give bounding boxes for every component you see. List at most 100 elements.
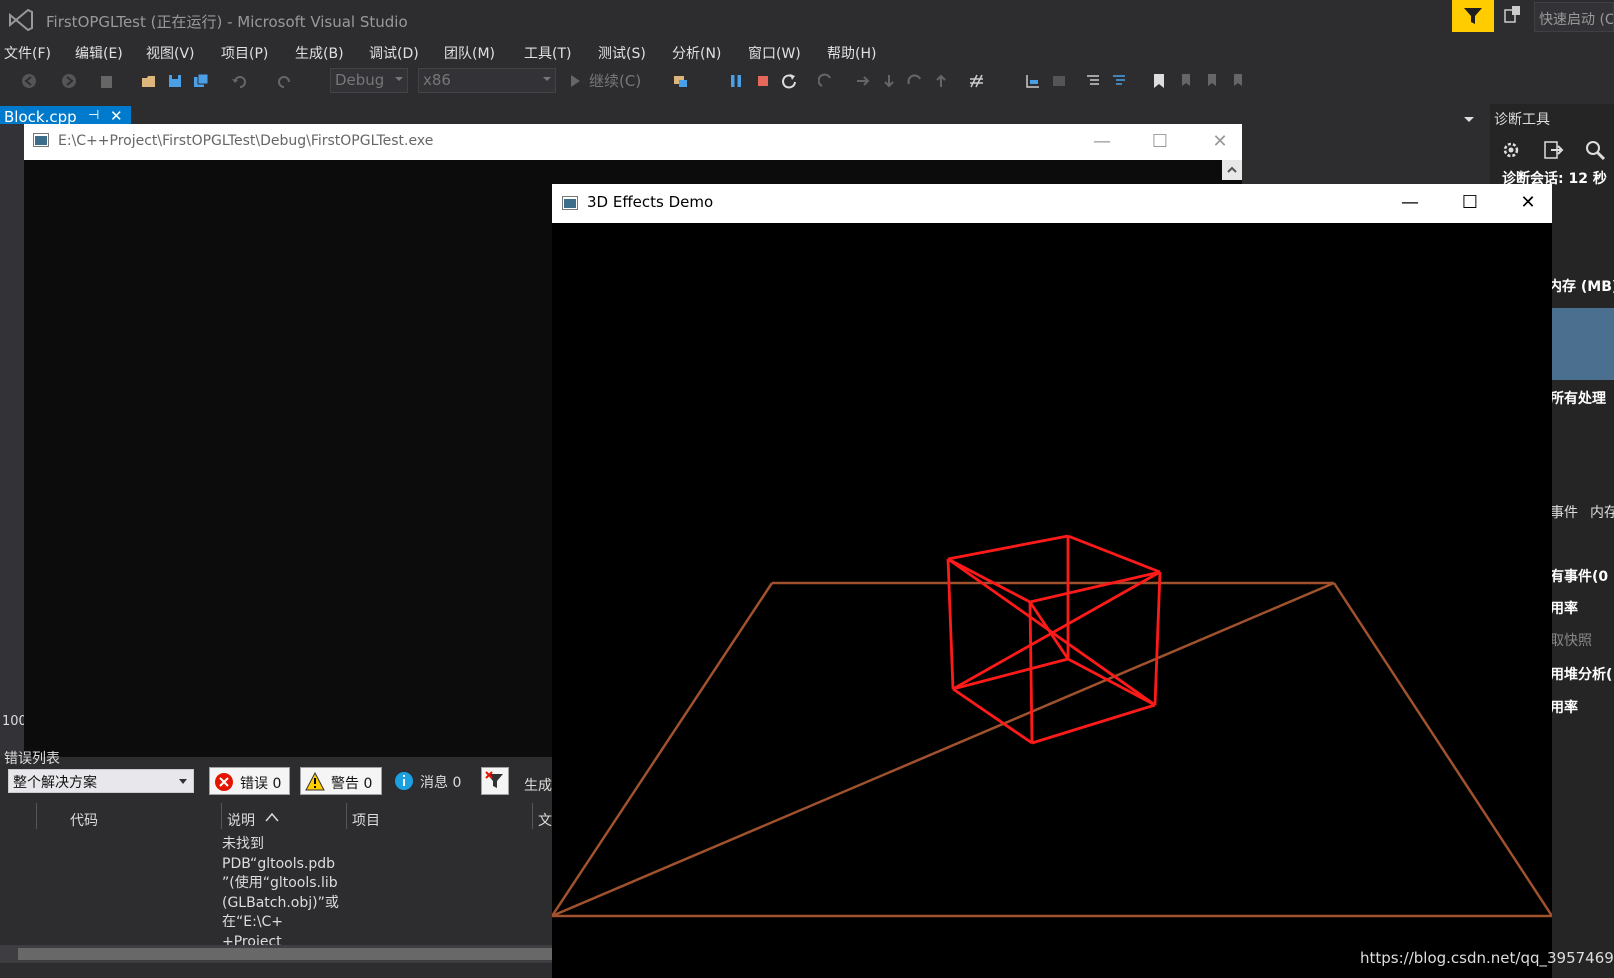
cube-edge [952, 657, 1069, 691]
undo-icon[interactable] [230, 72, 248, 90]
column-header-description[interactable]: 说明 [227, 810, 255, 830]
heap-profiling-label: 用堆分析( [1550, 667, 1613, 683]
thread-icon[interactable] [1024, 72, 1042, 90]
quick-launch-input[interactable]: 快速启动 (C [1534, 2, 1614, 32]
menu-build[interactable]: 生成(B) [295, 43, 344, 63]
info-icon [395, 772, 413, 790]
menu-analyze[interactable]: 分析(N) [672, 43, 721, 63]
menu-team[interactable]: 团队(M) [444, 43, 495, 63]
floor-diagonal [552, 581, 1335, 918]
step-into-icon[interactable] [854, 72, 872, 90]
opengl-window-title: 3D Effects Demo [587, 193, 714, 211]
cpu-usage-section: 用率 [1550, 700, 1578, 716]
gl-close-button[interactable]: ✕ [1508, 188, 1548, 218]
redo-icon[interactable] [276, 72, 294, 90]
bookmark-icon[interactable] [1150, 72, 1168, 90]
menu-window[interactable]: 窗口(W) [748, 43, 801, 63]
memory-usage-graph [1550, 308, 1614, 380]
menu-help[interactable]: 帮助(H) [827, 43, 876, 63]
menu-tools[interactable]: 工具(T) [524, 43, 571, 63]
comment-icon[interactable] [1084, 72, 1102, 90]
build-source-select[interactable]: 生成 [524, 775, 552, 795]
memory-tab[interactable]: 内存 [1590, 502, 1614, 522]
restart-icon[interactable] [780, 72, 798, 90]
menu-edit[interactable]: 编辑(E) [75, 43, 123, 63]
menu-file[interactable]: 文件(F) [4, 43, 51, 63]
hex-display-icon[interactable] [968, 72, 986, 90]
cube-edge [1029, 570, 1161, 604]
cube-edge [947, 534, 1069, 561]
sort-ascending-icon [265, 812, 279, 822]
events-tab[interactable]: 事件 [1550, 502, 1578, 522]
console-close-button[interactable]: ✕ [1200, 127, 1240, 157]
show-next-statement-icon[interactable] [818, 72, 836, 90]
format-icon[interactable] [1050, 72, 1068, 90]
console-maximize-button[interactable]: ☐ [1140, 127, 1180, 157]
gl-app-icon [562, 196, 578, 210]
save-all-icon[interactable] [192, 72, 210, 90]
column-header-project[interactable]: 项目 [352, 810, 380, 830]
uncomment-icon[interactable] [1110, 72, 1128, 90]
error-list-title: 错误列表 [4, 751, 60, 767]
memory-usage-section: 用率 [1550, 601, 1578, 617]
stop-icon[interactable] [754, 72, 772, 90]
take-snapshot-button[interactable]: 取快照 [1550, 630, 1592, 650]
messages-filter-button[interactable]: 消息 0 [392, 767, 472, 795]
zoom-in-icon[interactable] [1584, 139, 1606, 161]
feedback-button[interactable] [1452, 0, 1494, 32]
account-icon[interactable] [1502, 4, 1524, 26]
menu-project[interactable]: 项目(P) [221, 43, 268, 63]
forward-icon[interactable] [60, 72, 78, 90]
next-bookmark-icon[interactable] [1204, 72, 1222, 90]
warning-icon [305, 772, 325, 791]
step-out-icon[interactable] [906, 72, 924, 90]
gl-maximize-button[interactable]: ☐ [1450, 188, 1490, 218]
floor-edge [552, 582, 774, 917]
error-scope-select[interactable]: 整个解决方案 [8, 769, 194, 793]
console-scroll-up-icon[interactable] [1222, 160, 1242, 180]
filter-icon [485, 771, 503, 788]
column-header-file[interactable]: 文 [538, 810, 552, 830]
process-icon[interactable] [672, 72, 690, 90]
document-list-dropdown-icon[interactable] [1464, 117, 1474, 122]
solution-config-select[interactable]: Debug [330, 68, 408, 93]
cube-edge [1067, 534, 1161, 574]
error-icon [215, 773, 233, 791]
platform-select[interactable]: x86 [418, 68, 556, 93]
menu-debug[interactable]: 调试(D) [369, 43, 419, 63]
save-icon[interactable] [166, 72, 184, 90]
console-minimize-button[interactable]: — [1082, 127, 1122, 157]
error-description-cell[interactable]: 未找到 PDB“gltools.pdb ”(使用“gltools.lib (GL… [222, 835, 342, 952]
window-title: FirstOPGLTest (正在运行) - Microsoft Visual … [46, 13, 408, 31]
console-window-title: E:\C++Project\FirstOPGLTest\Debug\FirstO… [58, 133, 434, 149]
menu-view[interactable]: 视图(V) [146, 43, 195, 63]
step-over-icon[interactable] [880, 72, 898, 90]
export-icon[interactable] [1542, 139, 1564, 161]
menu-test[interactable]: 测试(S) [598, 43, 646, 63]
back-icon[interactable] [20, 72, 38, 90]
watermark-url: https://blog.csdn.net/qq_39574690 [1360, 949, 1614, 967]
gl-minimize-button[interactable]: — [1390, 188, 1430, 218]
all-processes-label: 所有处理 [1550, 391, 1606, 407]
scrollbar-thumb[interactable] [18, 948, 552, 960]
opengl-scene [552, 534, 1552, 918]
cube-edge [1153, 571, 1162, 706]
prev-bookmark-icon[interactable] [1178, 72, 1196, 90]
clear-bookmarks-icon[interactable] [1230, 72, 1248, 90]
warnings-filter-button[interactable]: 警告 0 [300, 767, 382, 795]
cube-edge [947, 557, 1031, 604]
diagnostic-tools-title: 诊断工具 [1494, 112, 1550, 128]
pin-icon[interactable]: ⊣ [88, 108, 99, 123]
continue-button[interactable]: 继续(C) [589, 70, 641, 91]
pause-icon[interactable] [727, 72, 745, 90]
column-separator [221, 803, 222, 829]
close-icon[interactable]: ✕ [110, 107, 123, 125]
continue-icon[interactable] [566, 72, 584, 90]
clear-filter-button[interactable] [481, 767, 509, 795]
new-project-icon[interactable] [98, 72, 116, 90]
open-file-icon[interactable] [140, 72, 158, 90]
column-header-code[interactable]: 代码 [70, 810, 98, 830]
step-up-icon[interactable] [932, 72, 950, 90]
errors-filter-button[interactable]: 错误 0 [209, 767, 290, 795]
settings-gear-icon[interactable] [1500, 139, 1522, 161]
